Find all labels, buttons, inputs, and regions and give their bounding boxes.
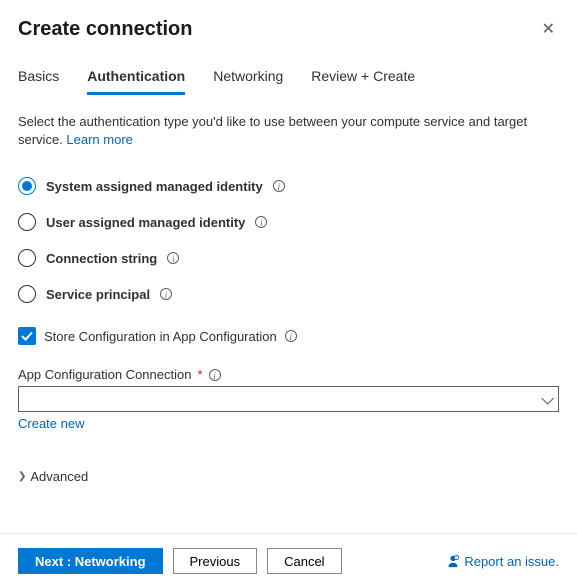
- learn-more-link[interactable]: Learn more: [66, 132, 132, 147]
- auth-radio[interactable]: [18, 177, 36, 195]
- auth-type-radio-group: System assigned managed identityiUser as…: [18, 177, 559, 303]
- tab-bar: Basics Authentication Networking Review + C…: [18, 66, 559, 95]
- required-marker: *: [197, 367, 202, 382]
- advanced-label: Advanced: [30, 469, 88, 484]
- auth-option-row: System assigned managed identity i: [18, 177, 559, 195]
- auth-radio[interactable]: [18, 285, 36, 303]
- advanced-toggle[interactable]: ❯ Advanced: [18, 469, 559, 484]
- tab-basics[interactable]: Basics: [18, 66, 59, 95]
- report-issue-label: Report an issue.: [464, 554, 559, 569]
- tab-authentication[interactable]: Authentication: [87, 66, 185, 95]
- cancel-button[interactable]: Cancel: [267, 548, 341, 574]
- auth-option-label: Service principal: [46, 287, 150, 302]
- svg-text:?: ?: [456, 556, 458, 560]
- panel-title: Create connection: [18, 18, 192, 41]
- auth-option-label: System assigned managed identity: [46, 179, 263, 194]
- auth-option-label: User assigned managed identity: [46, 215, 245, 230]
- info-icon[interactable]: i: [255, 216, 267, 228]
- info-icon[interactable]: i: [273, 180, 285, 192]
- store-config-checkbox[interactable]: [18, 327, 36, 345]
- info-icon[interactable]: i: [209, 369, 221, 381]
- next-button[interactable]: Next : Networking: [18, 548, 163, 574]
- tab-review-create[interactable]: Review + Create: [311, 66, 415, 95]
- auth-radio[interactable]: [18, 249, 36, 267]
- info-icon[interactable]: i: [167, 252, 179, 264]
- info-icon[interactable]: i: [285, 330, 297, 342]
- close-icon[interactable]: ✕: [538, 18, 559, 42]
- info-icon[interactable]: i: [160, 288, 172, 300]
- footer: Next : Networking Previous Cancel ? Repo…: [0, 533, 577, 588]
- create-new-link[interactable]: Create new: [18, 416, 559, 431]
- app-config-select[interactable]: [18, 386, 559, 412]
- store-config-label: Store Configuration in App Configuration: [44, 329, 277, 344]
- auth-radio[interactable]: [18, 213, 36, 231]
- chevron-right-icon: ❯: [18, 471, 26, 482]
- auth-option-row: Connection string i: [18, 249, 559, 267]
- tab-networking[interactable]: Networking: [213, 66, 283, 95]
- auth-option-label: Connection string: [46, 251, 157, 266]
- previous-button[interactable]: Previous: [173, 548, 258, 574]
- feedback-icon: ?: [446, 554, 460, 568]
- auth-option-row: Service principal i: [18, 285, 559, 303]
- app-config-label: App Configuration Connection: [18, 367, 191, 382]
- description-text: Select the authentication type you'd lik…: [18, 113, 559, 149]
- report-issue-link[interactable]: ? Report an issue.: [446, 554, 559, 569]
- auth-option-row: User assigned managed identity i: [18, 213, 559, 231]
